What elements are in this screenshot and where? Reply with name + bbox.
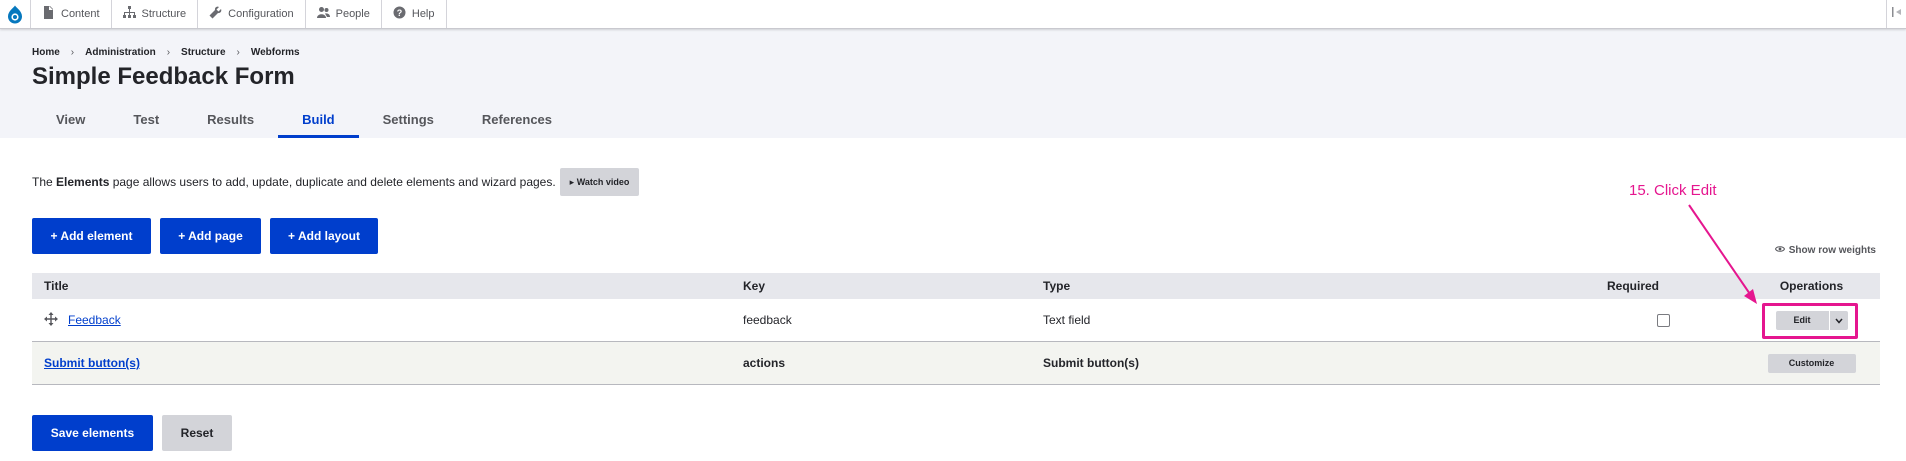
toolbar-people-label: People xyxy=(335,8,370,20)
add-layout-button[interactable]: + Add layout xyxy=(270,218,378,254)
element-type: Text field xyxy=(1043,313,1091,327)
toolbar-orientation-toggle[interactable] xyxy=(1886,0,1906,28)
tab-view[interactable]: View xyxy=(32,101,109,138)
drag-handle-icon[interactable] xyxy=(44,311,58,329)
breadcrumb-separator: › xyxy=(166,47,171,58)
header-operations: Operations xyxy=(1779,279,1844,293)
intro-bold: Elements xyxy=(56,175,110,189)
operations-dropbutton: Edit xyxy=(1775,310,1848,330)
drupal-logo-icon[interactable] xyxy=(0,0,31,28)
wrench-icon xyxy=(209,6,222,22)
tab-results[interactable]: Results xyxy=(183,101,278,138)
required-cell xyxy=(1583,313,1743,327)
tab-settings[interactable]: Settings xyxy=(359,101,458,138)
toolbar-structure-label: Structure xyxy=(141,8,187,20)
reset-button[interactable]: Reset xyxy=(162,415,232,451)
breadcrumb-home[interactable]: Home xyxy=(32,47,60,58)
header-required: Required xyxy=(1607,279,1660,293)
help-icon: ? xyxy=(393,6,406,22)
breadcrumb: Home › Administration › Structure › Webf… xyxy=(32,47,300,58)
page-header: Home › Administration › Structure › Webf… xyxy=(0,29,1906,138)
tab-build[interactable]: Build xyxy=(278,101,359,138)
element-key: actions xyxy=(743,356,786,370)
edit-button[interactable]: Edit xyxy=(1775,310,1829,330)
row-title-cell: Submit button(s) xyxy=(32,356,743,370)
toolbar-configuration[interactable]: Configuration xyxy=(198,0,306,28)
breadcrumb-webforms[interactable]: Webforms xyxy=(251,47,300,58)
primary-tabs: View Test Results Build Settings Referen… xyxy=(32,101,576,138)
toolbar-help-label: Help xyxy=(411,8,435,20)
orientation-icon xyxy=(1891,5,1903,23)
annotation-label: 15. Click Edit xyxy=(1629,182,1717,199)
save-elements-button[interactable]: Save elements xyxy=(32,415,153,451)
operations-toggle[interactable] xyxy=(1829,310,1848,330)
svg-text:?: ? xyxy=(397,8,403,18)
breadcrumb-administration[interactable]: Administration xyxy=(85,47,156,58)
element-title-link[interactable]: Feedback xyxy=(68,313,121,327)
breadcrumb-structure[interactable]: Structure xyxy=(181,47,225,58)
page-title: Simple Feedback Form xyxy=(32,63,295,90)
operations-cell: Customize xyxy=(1743,353,1880,373)
required-checkbox[interactable] xyxy=(1656,313,1670,327)
submit-buttons-link[interactable]: Submit button(s) xyxy=(44,356,140,370)
eye-icon xyxy=(1774,245,1785,256)
toolbar-content-label: Content xyxy=(61,8,100,20)
operations-cell: Edit xyxy=(1743,310,1880,330)
structure-icon xyxy=(122,6,136,22)
toolbar-people[interactable]: People xyxy=(306,0,382,28)
breadcrumb-separator: › xyxy=(70,47,75,58)
toolbar-content[interactable]: Content xyxy=(31,0,112,28)
header-type: Type xyxy=(1043,279,1071,293)
elements-description: The Elements page allows users to add, u… xyxy=(32,168,640,196)
show-row-weights-label: Show row weights xyxy=(1788,245,1876,256)
elements-table: Title Key Type Required Operations Feedb… xyxy=(32,273,1880,385)
element-type: Submit button(s) xyxy=(1043,356,1139,370)
element-key: feedback xyxy=(743,313,792,327)
admin-toolbar: Content Structure Configuration People ?… xyxy=(0,0,1906,29)
content-icon xyxy=(42,6,55,22)
header-key: Key xyxy=(743,279,766,293)
people-icon xyxy=(316,6,330,22)
table-row: Feedback feedback Text field Edit xyxy=(32,299,1880,342)
element-actions: + Add element + Add page + Add layout xyxy=(32,218,378,254)
header-title: Title xyxy=(44,279,69,293)
intro-suffix: page allows users to add, update, duplic… xyxy=(109,175,556,189)
show-row-weights-link[interactable]: Show row weights xyxy=(1774,245,1876,256)
tab-references[interactable]: References xyxy=(458,101,576,138)
watch-video-button[interactable]: ▸ Watch video xyxy=(559,168,640,196)
chevron-down-icon xyxy=(1834,313,1843,327)
toolbar-help[interactable]: ? Help xyxy=(382,0,447,28)
table-header: Title Key Type Required Operations xyxy=(32,273,1880,299)
form-actions: Save elements Reset xyxy=(32,415,232,451)
toolbar-configuration-label: Configuration xyxy=(228,8,294,20)
toolbar-structure[interactable]: Structure xyxy=(112,0,199,28)
customize-button[interactable]: Customize xyxy=(1767,353,1856,373)
intro-prefix: The xyxy=(32,175,57,189)
row-title-cell: Feedback xyxy=(32,311,743,329)
breadcrumb-separator: › xyxy=(236,47,240,58)
add-element-button[interactable]: + Add element xyxy=(32,218,151,254)
add-page-button[interactable]: + Add page xyxy=(160,218,261,254)
table-row: Submit button(s) actions Submit button(s… xyxy=(32,342,1880,385)
tab-test[interactable]: Test xyxy=(109,101,183,138)
